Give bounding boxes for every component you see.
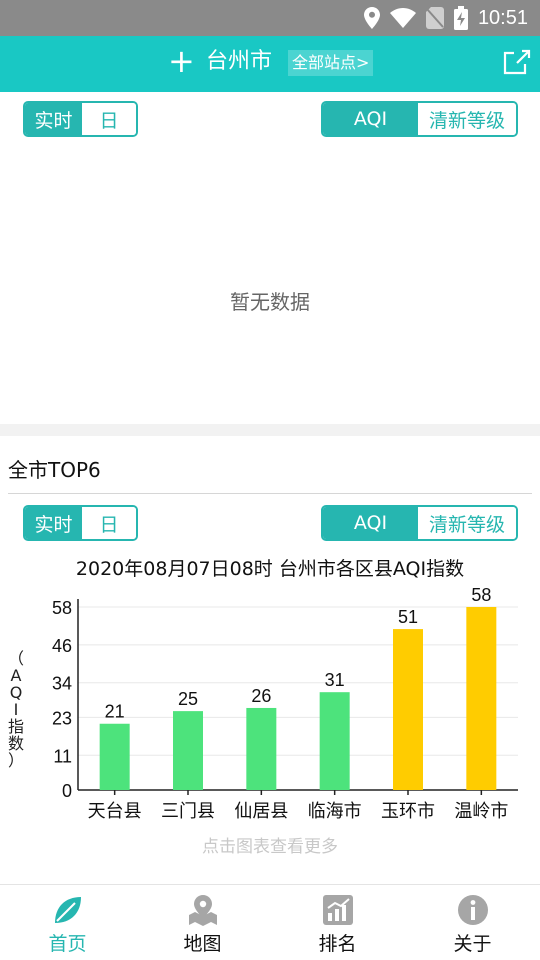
ranking-time-toggle: 实时 日 — [23, 505, 138, 541]
realtime-tab[interactable]: 实时 — [25, 103, 82, 135]
info-icon — [457, 895, 488, 925]
y-tick-label: 11 — [53, 746, 72, 766]
nav-about[interactable]: 关于 — [405, 885, 540, 960]
time-toggle: 实时 日 — [23, 101, 138, 137]
battery-charging-icon — [453, 6, 468, 30]
wifi-icon — [389, 8, 416, 28]
y-tick-label: 46 — [52, 636, 72, 656]
x-tick-label: 仙居县 — [234, 801, 288, 822]
status-icons: 10:51 — [363, 6, 528, 30]
bar[interactable] — [99, 723, 130, 790]
y-tick-label: 34 — [52, 674, 72, 694]
section-title: 全市TOP6 — [8, 458, 101, 482]
x-tick-label: 天台县 — [88, 801, 142, 822]
bar-value-label: 21 — [105, 702, 125, 722]
no-sim-icon — [425, 7, 444, 29]
status-time: 10:51 — [477, 6, 528, 29]
index-toggle: AQI 清新等级 — [321, 101, 518, 137]
nav-home[interactable]: 首页 — [0, 885, 135, 960]
bar[interactable] — [466, 607, 497, 790]
bar-value-label: 26 — [251, 686, 271, 706]
y-tick-label: 58 — [52, 598, 72, 618]
bar-value-label: 31 — [325, 670, 345, 690]
x-tick-label: 温岭市 — [454, 801, 508, 822]
bottom-navigation: 首页 地图 排名 关于 — [0, 884, 540, 960]
x-tick-label: 玉环市 — [381, 801, 435, 822]
aqi-tab[interactable]: AQI — [323, 103, 418, 135]
leaf-icon — [54, 897, 81, 923]
bar-value-label: 58 — [471, 585, 491, 605]
y-tick-label: 0 — [62, 781, 72, 801]
bar[interactable] — [246, 707, 277, 790]
status-bar: 10:51 — [0, 0, 540, 36]
nav-ranking[interactable]: 排名 — [270, 885, 405, 960]
ranking-realtime-tab[interactable]: 实时 — [25, 507, 82, 539]
ranking-chart-icon — [322, 895, 353, 925]
y-tick-label: 23 — [52, 708, 72, 728]
x-tick-label: 三门县 — [161, 801, 215, 822]
section-divider — [0, 424, 540, 436]
bar-value-label: 51 — [398, 607, 418, 627]
fresh-level-tab[interactable]: 清新等级 — [418, 103, 516, 135]
location-icon — [363, 7, 380, 29]
nav-map-label: 地图 — [183, 933, 222, 955]
bar[interactable] — [393, 629, 423, 790]
empty-state-text: 暂无数据 — [230, 290, 310, 314]
city-name[interactable]: 台州市 — [206, 48, 272, 76]
daily-tab[interactable]: 日 — [82, 103, 136, 135]
share-icon[interactable] — [500, 46, 532, 78]
ranking-fresh-level-tab[interactable]: 清新等级 — [418, 507, 516, 539]
ranking-index-toggle: AQI 清新等级 — [321, 505, 518, 541]
title-bar: + 台州市 全部站点> — [0, 36, 540, 92]
map-pin-icon — [188, 895, 217, 926]
chart-title: 2020年08月07日08时 台州市各区县AQI指数 — [75, 558, 465, 580]
bar[interactable] — [319, 692, 350, 790]
nav-map[interactable]: 地图 — [135, 885, 270, 960]
nav-home-label: 首页 — [48, 933, 87, 955]
aqi-bar-chart[interactable]: 0 11 23 34 46 58 21 天台县 25 三门县 26 仙居县 31 临海市 51 玉环市 58 温岭… — [0, 585, 540, 825]
bar[interactable] — [173, 711, 203, 790]
bar-value-label: 25 — [178, 689, 198, 709]
all-sites-button[interactable]: 全部站点> — [288, 50, 374, 76]
ranking-daily-tab[interactable]: 日 — [82, 507, 136, 539]
add-city-button[interactable]: + — [168, 44, 195, 78]
title-underline — [8, 493, 532, 494]
nav-ranking-label: 排名 — [318, 933, 357, 955]
ranking-aqi-tab[interactable]: AQI — [323, 507, 418, 539]
x-tick-label: 临海市 — [308, 801, 362, 822]
nav-about-label: 关于 — [453, 933, 492, 955]
chart-hint: 点击图表查看更多 — [202, 837, 338, 857]
